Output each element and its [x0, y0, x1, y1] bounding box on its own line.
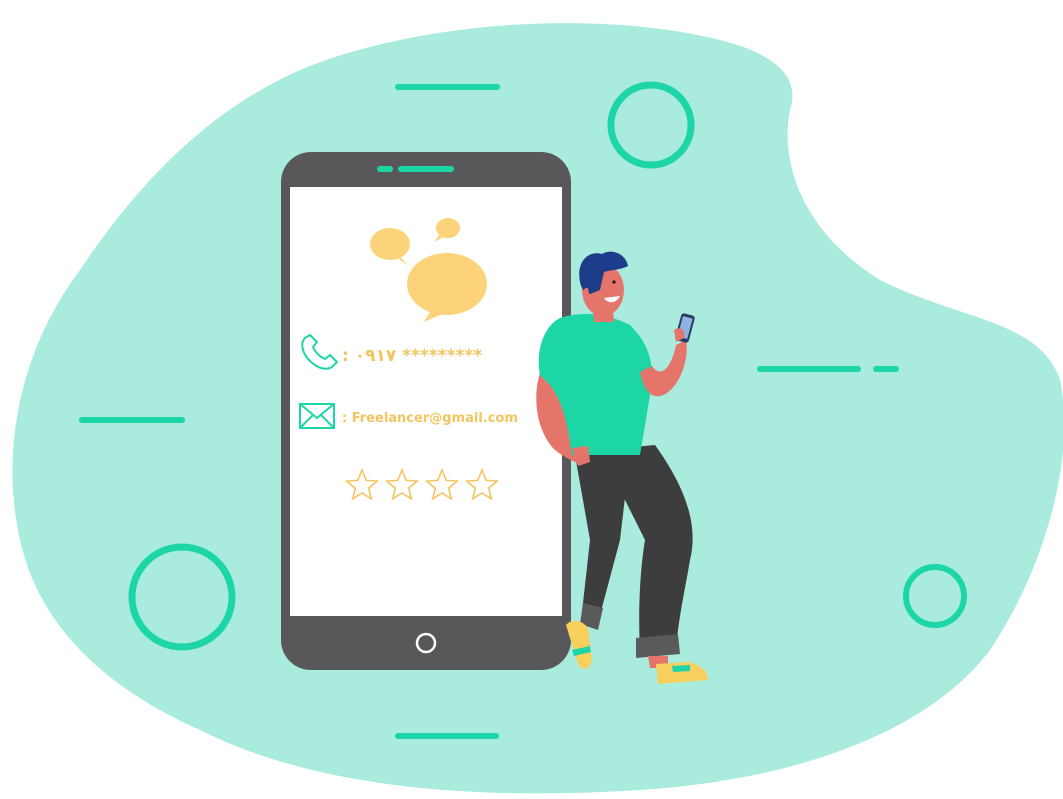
email-text: : Freelancer@gmail.com — [342, 411, 518, 426]
person-eye — [612, 280, 616, 284]
person-front-cuff — [636, 634, 680, 658]
person-front-shoe-stripe — [672, 665, 690, 672]
phone-number-text: : ۰۹۱۷ ********* — [342, 346, 482, 366]
illustration-scene: : ۰۹۱۷ ********* : Freelancer@gmail.com — [12, 23, 1063, 794]
phone-device: : ۰۹۱۷ ********* : Freelancer@gmail.com — [281, 152, 571, 670]
phone-screen — [290, 187, 562, 616]
